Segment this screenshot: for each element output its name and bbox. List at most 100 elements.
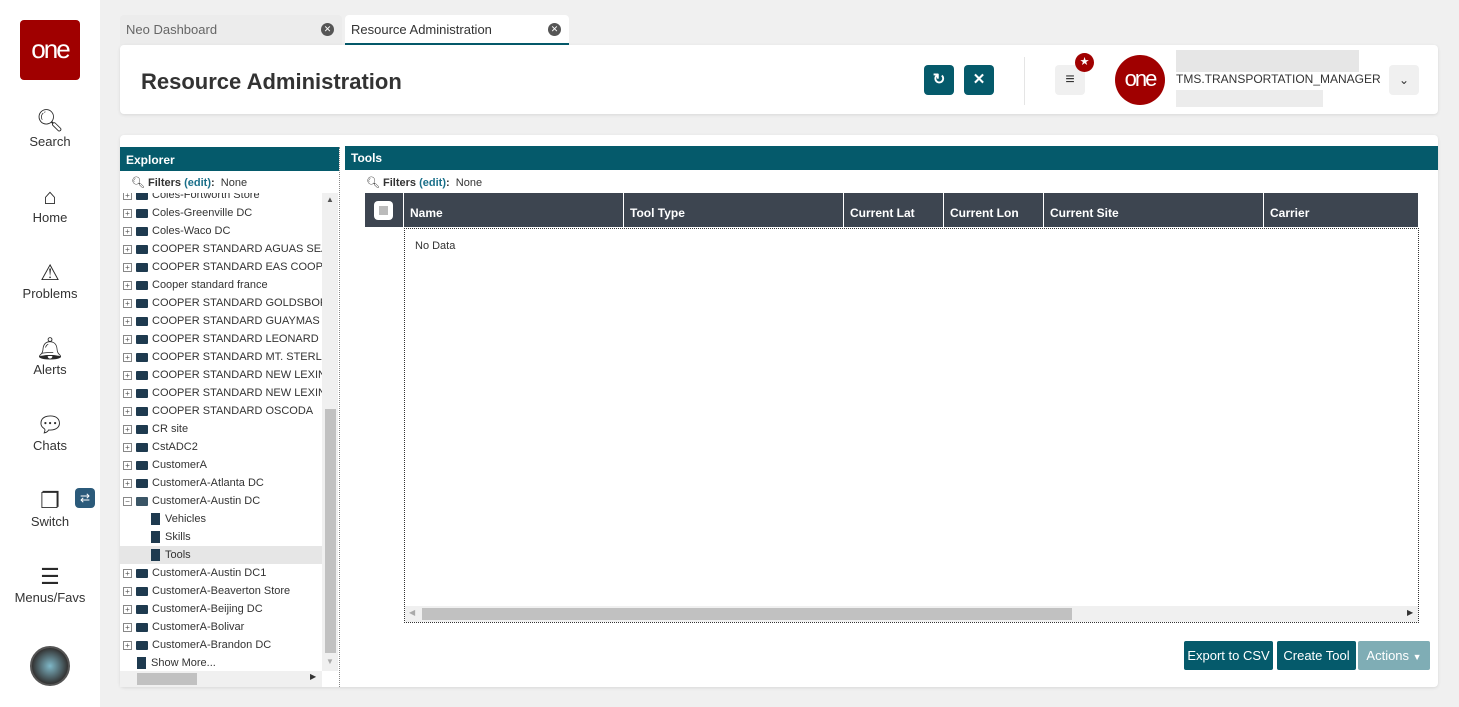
tree-horizontal-scrollbar[interactable]: ▶ [120,671,322,687]
scroll-thumb[interactable] [137,673,197,685]
page-title: Resource Administration [141,69,402,94]
tree-item[interactable]: Tools [120,546,322,564]
create-tool-button[interactable]: Create Tool [1277,641,1356,670]
tab-neo-dashboard[interactable]: Neo Dashboard ✕ [120,15,342,45]
close-tab-icon[interactable]: ✕ [548,23,561,36]
expand-icon[interactable]: + [123,388,132,398]
expand-icon[interactable]: + [123,352,132,362]
tree-item[interactable]: + CustomerA-Austin DC1 [123,564,322,582]
tree-item[interactable]: + CustomerA-Beaverton Store [123,582,322,600]
expand-icon[interactable]: + [123,406,132,416]
nav-home[interactable]: ⌂ Home [0,184,100,225]
explorer-filters-edit-link[interactable]: (edit) [184,177,211,189]
close-button[interactable]: ✕ [964,65,994,95]
tree-item[interactable]: + Cooper standard france [123,276,322,294]
expand-icon[interactable]: + [123,226,132,236]
page-header: Resource Administration ↻ ✕ ≡ ★ one TMS.… [120,45,1438,114]
close-tab-icon[interactable]: ✕ [321,23,334,36]
assistant-avatar-icon[interactable] [30,646,70,686]
tree-item[interactable]: + COOPER STANDARD OSCODA [123,402,322,420]
tab-resource-administration[interactable]: Resource Administration ✕ [345,15,569,45]
expand-icon[interactable]: + [123,640,132,650]
document-icon [151,513,160,526]
tree-item[interactable]: + CustomerA-Bolivar [123,618,322,636]
nav-chats[interactable]: 💬︎ Chats [0,412,100,453]
bell-icon: 🔔︎ [36,336,64,361]
tree-item[interactable]: + COOPER STANDARD NEW LEXING [123,384,322,402]
tree-item[interactable]: + COOPER STANDARD NEW LEXING [123,366,322,384]
expand-icon[interactable]: + [123,280,132,290]
splitter[interactable] [339,147,340,687]
nav-problems[interactable]: ⚠ Problems [0,260,100,301]
tree-item[interactable]: + CustomerA-Atlanta DC [123,474,322,492]
expand-icon[interactable]: + [123,316,132,326]
nav-search[interactable]: 🔍︎ Search [0,108,100,149]
scroll-thumb[interactable] [422,608,1072,620]
document-icon [151,531,160,544]
column-current-lat[interactable]: Current Lat [844,193,944,227]
column-current-lon[interactable]: Current Lon [944,193,1044,227]
expand-icon[interactable]: + [123,478,132,488]
refresh-button[interactable]: ↻ [924,65,954,95]
actions-dropdown-button[interactable]: Actions ▼ [1358,641,1430,670]
tree-item[interactable]: + CustomerA [123,456,322,474]
tree-item[interactable]: + COOPER STANDARD GOLDSBORO [123,294,322,312]
scroll-thumb[interactable] [325,409,336,653]
scroll-up-icon[interactable]: ▲ [326,195,334,204]
tree-item[interactable]: + CR site [123,420,322,438]
folder-icon [136,604,148,614]
expand-icon[interactable]: + [123,604,132,614]
select-all-cell [365,193,404,227]
tree-item[interactable]: − CustomerA-Austin DC [123,492,322,510]
expand-icon[interactable]: + [123,568,132,578]
folder-icon [136,226,148,236]
grid-horizontal-scrollbar[interactable]: ◀ ▶ [405,606,1418,622]
scroll-left-icon[interactable]: ◀ [409,608,415,617]
expand-icon[interactable]: + [123,244,132,254]
column-current-site[interactable]: Current Site [1044,193,1264,227]
expand-icon[interactable]: + [123,442,132,452]
scroll-right-icon[interactable]: ▶ [1407,608,1413,617]
nav-menus-favs[interactable]: ☰ Menus/Favs [0,564,100,605]
expand-icon[interactable]: + [123,424,132,434]
redacted-org [1176,90,1323,107]
expand-icon[interactable]: + [123,460,132,470]
scroll-down-icon[interactable]: ▼ [326,657,334,666]
column-name[interactable]: Name [404,193,624,227]
expand-icon[interactable]: + [123,262,132,272]
tree-item[interactable]: + COOPER STANDARD EAS COOPER [123,258,322,276]
tree-item[interactable]: Show More... [123,654,322,672]
scroll-right-icon[interactable]: ▶ [310,672,316,681]
collapse-icon[interactable]: − [123,496,132,506]
grid-body: No Data ◀ ▶ [404,228,1419,623]
tree-item[interactable]: + COOPER STANDARD MT. STERLIN [123,348,322,366]
tools-filters-edit-link[interactable]: (edit) [419,177,446,189]
tree-item[interactable]: + Coles-Waco DC [123,222,322,240]
tree-item[interactable]: + COOPER STANDARD LEONARD [123,330,322,348]
tree-item[interactable]: + COOPER STANDARD AGUAS SEAL [123,240,322,258]
tree-item[interactable]: Skills [123,528,322,546]
tree-item[interactable]: + COOPER STANDARD GUAYMAS FI [123,312,322,330]
tree-item[interactable]: + CustomerA-Brandon DC [123,636,322,654]
tree-item[interactable]: Vehicles [123,510,322,528]
expand-icon[interactable]: + [123,208,132,218]
expand-icon[interactable]: + [123,370,132,380]
folder-icon [136,568,148,578]
tree-item[interactable]: + CustomerA-Beijing DC [123,600,322,618]
expand-icon[interactable]: + [123,298,132,308]
user-avatar[interactable]: one [1115,55,1165,105]
column-tool-type[interactable]: Tool Type [624,193,844,227]
expand-icon[interactable]: + [123,334,132,344]
expand-icon[interactable]: + [123,622,132,632]
tree-item[interactable]: + Coles-Greenville DC [123,204,322,222]
tools-filters: 🔍︎ Filters (edit): None [366,177,483,189]
expand-icon[interactable]: + [123,586,132,596]
tree-vertical-scrollbar[interactable]: ▲ ▼ [322,193,338,671]
nav-alerts[interactable]: 🔔︎ Alerts [0,336,100,377]
export-csv-button[interactable]: Export to CSV [1184,641,1273,670]
tree-item[interactable]: + CstADC2 [123,438,322,456]
select-all-checkbox[interactable] [374,201,393,220]
column-carrier[interactable]: Carrier [1264,193,1418,227]
one-logo[interactable]: one [20,20,80,80]
user-menu-chevron-icon[interactable]: ⌄ [1389,65,1419,95]
